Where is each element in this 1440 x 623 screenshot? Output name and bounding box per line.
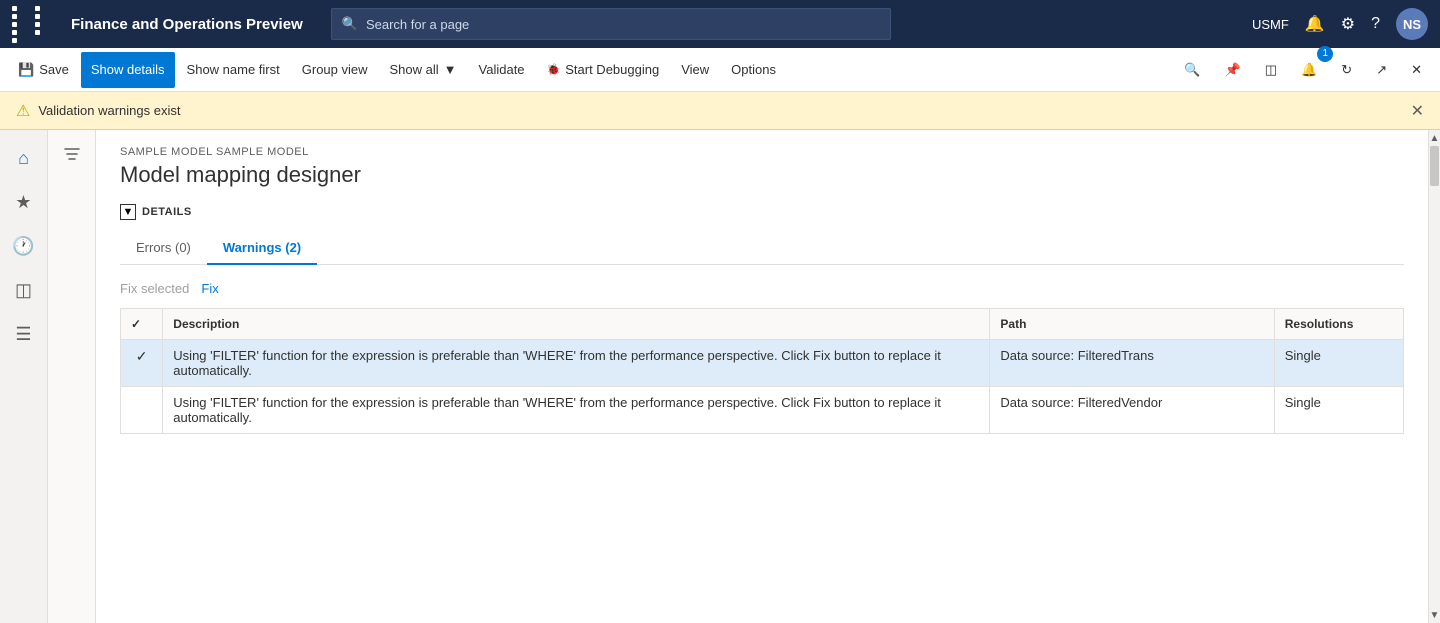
sidebar-item-recent[interactable]: 🕐 [4,226,44,266]
row-resolution: Single [1274,387,1403,434]
start-debugging-button[interactable]: 🐞 Start Debugging [537,52,670,88]
row-resolution: Single [1274,340,1403,387]
search-icon: 🔍 [342,16,358,32]
sidebar-item-workspace[interactable]: ◫ [4,270,44,310]
search-placeholder: Search for a page [366,17,469,32]
content-area: SAMPLE MODEL SAMPLE MODEL Model mapping … [96,130,1428,623]
col-path: Path [990,309,1274,340]
notification-icon[interactable]: 🔔 [1305,14,1325,34]
page-title: Model mapping designer [120,162,1404,188]
details-header[interactable]: ▼ DETAILS [120,204,1404,220]
sidebar-item-list[interactable]: ☰ [4,314,44,354]
left-sidebar: ⌂ ★ 🕐 ◫ ☰ [0,130,48,623]
external-link-icon[interactable]: ↗ [1366,52,1397,88]
fix-button[interactable]: Fix [201,281,218,296]
row-description: Using 'FILTER' function for the expressi… [163,387,990,434]
action-row: Fix selected Fix [120,281,1404,296]
chevron-down-icon: ▼ [444,62,457,77]
tabs-container: Errors (0) Warnings (2) [120,232,1404,265]
col-description: Description [163,309,990,340]
tab-warnings[interactable]: Warnings (2) [207,232,317,265]
filter-sidebar [48,130,96,623]
pin-icon[interactable]: 📌 [1215,52,1251,88]
top-nav: Finance and Operations Preview 🔍 Search … [0,0,1440,48]
collapse-button[interactable]: ▼ [120,204,136,220]
show-all-dropdown[interactable]: Show all ▼ [380,52,467,88]
sidebar-item-favorites[interactable]: ★ [4,182,44,222]
view-button[interactable]: View [671,52,719,88]
show-name-first-button[interactable]: Show name first [177,52,290,88]
save-button[interactable]: 💾 Save [8,52,79,88]
row-check-cell[interactable] [121,387,163,434]
close-icon[interactable]: ✕ [1401,52,1432,88]
warnings-table: ✓ Description Path Resolutions ✓ Using '… [120,308,1404,434]
save-icon: 💾 [18,62,34,78]
debug-icon: 🐞 [547,63,561,76]
cmd-right-actions: 🔍 📌 ◫ 🔔 1 ↻ ↗ ✕ [1174,52,1432,88]
breadcrumb: SAMPLE MODEL SAMPLE MODEL [120,146,1404,158]
sidebar-item-home[interactable]: ⌂ [4,138,44,178]
search-bar[interactable]: 🔍 Search for a page [331,8,891,40]
warning-icon: ⚠ [16,101,30,121]
options-button[interactable]: Options [721,52,786,88]
vertical-scrollbar[interactable]: ▲ ▼ [1428,130,1440,623]
row-checkmark: ✓ [136,348,148,364]
details-label: DETAILS [142,206,192,218]
row-description: Using 'FILTER' function for the expressi… [163,340,990,387]
help-icon[interactable]: ? [1371,15,1380,33]
user-code: USMF [1252,17,1289,32]
col-resolutions: Resolutions [1274,309,1403,340]
row-check-cell[interactable]: ✓ [121,340,163,387]
fix-selected-button: Fix selected [120,281,189,296]
scroll-thumb[interactable] [1430,146,1439,186]
table-header-row: ✓ Description Path Resolutions [121,309,1404,340]
tab-errors[interactable]: Errors (0) [120,232,207,265]
validation-close-button[interactable]: ✕ [1411,101,1424,121]
panel-icon[interactable]: ◫ [1255,52,1287,88]
settings-icon[interactable]: ⚙ [1341,14,1355,34]
app-title: Finance and Operations Preview [71,16,303,33]
avatar[interactable]: NS [1396,8,1428,40]
group-view-button[interactable]: Group view [292,52,378,88]
table-row[interactable]: ✓ Using 'FILTER' function for the expres… [121,340,1404,387]
command-bar: 💾 Save Show details Show name first Grou… [0,48,1440,92]
row-path: Data source: FilteredVendor [990,387,1274,434]
refresh-icon[interactable]: ↻ [1331,52,1362,88]
scroll-up-arrow[interactable]: ▲ [1429,130,1440,146]
main-layout: ⌂ ★ 🕐 ◫ ☰ SAMPLE MODEL SAMPLE MODEL Mode… [0,130,1440,623]
show-all-button[interactable]: Show all ▼ [380,52,467,88]
checkmark-icon: ✓ [131,317,141,331]
validation-bar: ⚠ Validation warnings exist ✕ [0,92,1440,130]
scroll-down-arrow[interactable]: ▼ [1429,607,1440,623]
notifications-cmd-icon[interactable]: 🔔 1 [1291,52,1327,88]
validation-message: Validation warnings exist [38,103,180,118]
row-path: Data source: FilteredTrans [990,340,1274,387]
validate-button[interactable]: Validate [469,52,535,88]
search-cmd-icon[interactable]: 🔍 [1174,52,1210,88]
filter-icon[interactable] [56,138,88,170]
table-row[interactable]: Using 'FILTER' function for the expressi… [121,387,1404,434]
show-details-button[interactable]: Show details [81,52,175,88]
grid-menu-icon[interactable] [12,6,55,43]
notification-badge: 1 [1317,46,1333,62]
col-check: ✓ [121,309,163,340]
scroll-track[interactable] [1429,146,1440,607]
top-nav-right: USMF 🔔 ⚙ ? NS [1252,8,1428,40]
